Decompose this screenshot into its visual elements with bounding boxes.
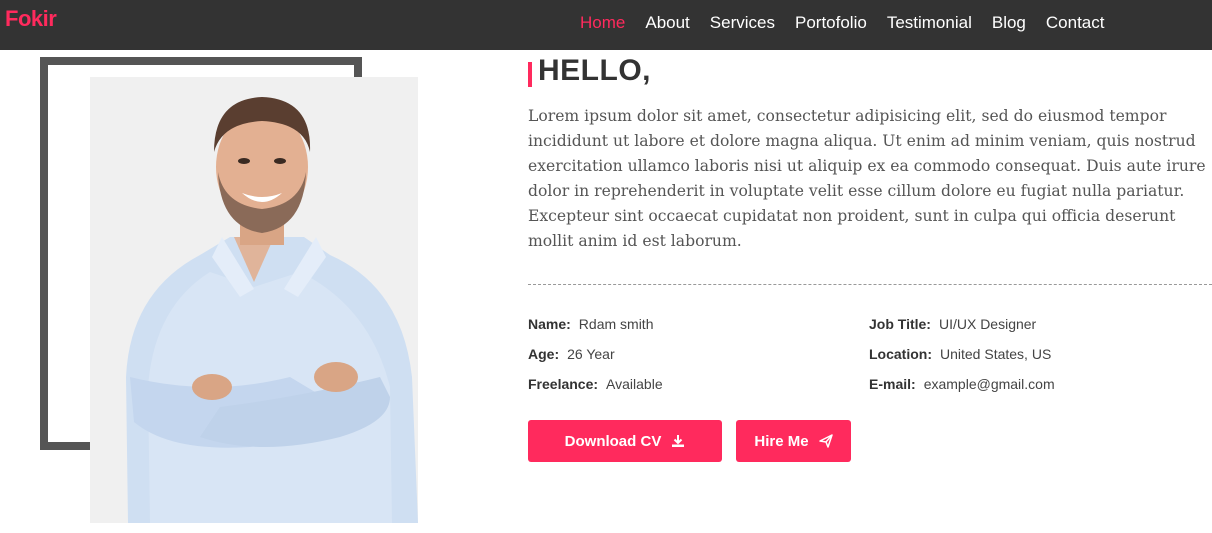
nav-item-blog[interactable]: Blog: [992, 13, 1026, 33]
job-title-label: Job Title:: [869, 316, 931, 332]
navbar: Fokir Home About Services Portofolio Tes…: [0, 0, 1212, 50]
name-label: Name:: [528, 316, 571, 332]
nav-item-testimonial[interactable]: Testimonial: [887, 13, 972, 33]
divider: [528, 284, 1212, 285]
info-email: E-mail: example@gmail.com: [869, 376, 1055, 392]
email-value[interactable]: example@gmail.com: [924, 376, 1055, 392]
info-location: Location: United States, US: [869, 346, 1051, 362]
nav-item-contact[interactable]: Contact: [1046, 13, 1105, 33]
heading-accent-bar: [528, 62, 532, 87]
info-name: Name: Rdam smith: [528, 316, 653, 332]
nav-item-home[interactable]: Home: [580, 13, 625, 33]
page-heading: HELLO,: [538, 54, 651, 87]
location-value: United States, US: [940, 346, 1052, 362]
info-freelance: Freelance: Available: [528, 376, 663, 392]
hire-me-label: Hire Me: [754, 432, 809, 450]
paper-plane-icon: [818, 434, 833, 448]
info-age: Age: 26 Year: [528, 346, 615, 362]
nav-item-services[interactable]: Services: [710, 13, 775, 33]
download-cv-button[interactable]: Download CV: [528, 420, 722, 462]
age-label: Age:: [528, 346, 560, 362]
info-job-title: Job Title: UI/UX Designer: [869, 316, 1036, 332]
nav-links: Home About Services Portofolio Testimoni…: [580, 13, 1104, 33]
email-label: E-mail:: [869, 376, 916, 392]
hire-me-button[interactable]: Hire Me: [736, 420, 851, 462]
age-value: 26 Year: [567, 346, 615, 362]
brand-logo[interactable]: Fokir: [5, 6, 57, 32]
freelance-label: Freelance:: [528, 376, 599, 392]
location-label: Location:: [869, 346, 932, 362]
profile-photo: [90, 77, 418, 523]
nav-item-portfolio[interactable]: Portofolio: [795, 13, 867, 33]
freelance-value: Available: [606, 376, 663, 392]
nav-item-about[interactable]: About: [645, 13, 689, 33]
name-value: Rdam smith: [578, 316, 654, 332]
about-paragraph: Lorem ipsum dolor sit amet, consectetur …: [528, 107, 1206, 250]
download-cv-label: Download CV: [564, 432, 662, 450]
download-icon: [671, 434, 685, 448]
job-title-value: UI/UX Designer: [938, 316, 1037, 332]
